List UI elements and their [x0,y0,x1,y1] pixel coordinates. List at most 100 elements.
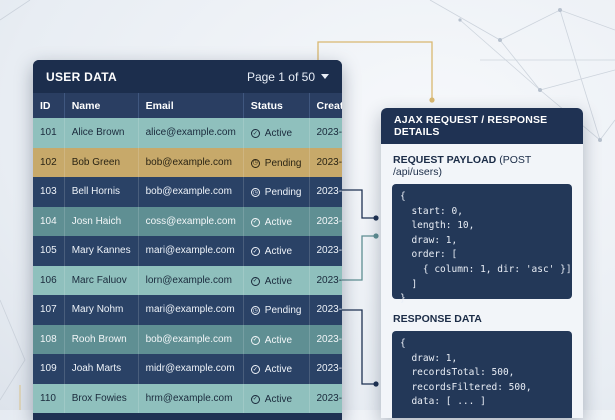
cell-created: 2023-10-26 [309,354,342,384]
user-table: ID Name Email Status Created 101Alice Br… [33,93,342,413]
code-line: start: 0, [400,205,463,217]
page-selector-label: Page 1 of 50 [246,69,315,84]
code-line: recordsTotal: 500, [400,367,515,379]
table-row[interactable]: 108 Rooh Brown bob@example.com ✓ Active 2023-… [33,324,342,354]
cell-id: 104 [33,206,65,236]
check-circle-icon: ✓ [250,394,260,404]
cell-id: 103 [33,177,65,207]
table-row[interactable]: 106 Marc Faluov lorn@example.com ✓ Active 202… [33,265,342,295]
cell-name: Bell Hornis [64,177,139,207]
cell-id: 106 [33,265,65,295]
status-label: Active [264,216,293,228]
cell-name: Mary Nohm [64,295,139,325]
cell-email: coss@example.com [138,206,244,236]
table-row[interactable]: 109 Joah Marts midr@example.com ✓ Active 2023… [33,354,342,384]
check-circle-icon: ✓ [250,247,260,256]
cell-name: Josn Haich [64,206,139,236]
cell-created: 2023-10-24 [309,177,342,207]
status-badge: ✓ Active [250,216,293,228]
code-line: draw: 1, [400,234,458,246]
request-section-title: REQUEST PAYLOAD (POST /api/users) [381,144,583,184]
cell-status: ◷ Pending [243,147,310,177]
code-line: length: 10, [400,220,475,232]
response-data-code: { draw: 1, recordsTotal: 500, recordsFil… [392,331,572,418]
cell-name: Rooh Brown [64,324,139,354]
status-badge: ◷ Pending [250,157,302,169]
column-header-name[interactable]: Name [64,93,139,118]
cell-created: 2023-10-25 [309,265,342,295]
cell-status: ✓ Active [243,236,310,266]
response-section-title: RESPONSE DATA [381,299,583,331]
status-badge: ✓ Active [250,364,293,375]
table-header: USER DATA Page 1 of 50 [33,60,342,93]
table-row[interactable]: 110 Brox Fowies hrm@example.com ✓ Active 2023… [33,383,342,413]
cell-name: Brox Fowies [64,383,139,413]
table-row[interactable]: 102 Bob Green bob@example.com ◷ Pending 2023-… [33,147,342,177]
check-circle-icon: ✓ [250,276,260,286]
status-label: Active [264,364,293,375]
status-label: Active [264,128,293,139]
code-line: { [400,191,406,202]
table-row[interactable]: 101 Alice Brown alice@example.com ✓ Active 20… [33,118,342,148]
column-header-created[interactable]: Created [309,93,342,118]
cell-email: bob@example.com [138,324,244,354]
clock-icon: ◷ [250,306,260,315]
code-line: data: [ ... ] [400,396,486,408]
cell-status: ✓ Active [243,265,310,295]
cell-name: Alice Brown [64,118,139,148]
response-label: RESPONSE DATA [393,313,482,325]
cell-status: ◷ Pending [243,177,310,207]
cell-email: bob@example.com [138,147,244,177]
code-line: { column: 1, dir: 'asc' }] [400,263,572,275]
cell-id: 108 [33,324,65,354]
cell-created: 2023-10-25 [309,383,342,413]
details-title: AJAX REQUEST / RESPONSE DETAILS [381,108,583,144]
cell-created: 2023-10-26 [309,236,342,266]
cell-created: 2023-10-25 [309,147,342,177]
table-row[interactable]: 105 Mary Kannes mari@example.com ✓ Active 202… [33,236,342,266]
ajax-details-panel: AJAX REQUEST / RESPONSE DETAILS REQUEST … [381,108,583,418]
status-badge: ✓ Active [250,275,293,287]
cell-name: Bob Green [64,147,139,177]
cell-email: hrm@example.com [138,383,244,413]
clock-icon: ◷ [250,158,260,168]
code-line: recordsFiltered: 500, [400,381,532,393]
cell-id: 102 [33,147,65,177]
cell-email: alice@example.com [138,118,244,148]
cell-email: lorn@example.com [138,265,244,295]
status-label: Pending [264,305,302,316]
status-badge: ◷ Pending [250,305,302,316]
column-header-email[interactable]: Email [138,93,244,118]
status-badge: ◷ Pending [250,187,302,198]
status-badge: ✓ Active [250,334,293,346]
code-line: ] [400,278,418,290]
check-circle-icon: ✓ [250,365,260,374]
cell-status: ✓ Active [243,354,310,384]
status-label: Active [264,246,293,257]
cell-email: mari@example.com [138,236,244,266]
clock-icon: ◷ [250,188,260,197]
request-label: REQUEST PAYLOAD [393,154,497,166]
cell-created: 2023-10-21 [309,295,342,325]
code-line: draw: 1, [400,352,458,364]
cell-email: mari@example.com [138,295,244,325]
cell-id: 107 [33,295,65,325]
column-header-status[interactable]: Status [243,93,310,118]
column-header-id[interactable]: ID [33,93,65,118]
status-label: Active [264,334,293,346]
cell-created: 2023-10-22 [309,324,342,354]
table-row[interactable]: 103 Bell Hornis bob@example.com ◷ Pending 202… [33,177,342,207]
status-label: Active [264,275,293,287]
check-circle-icon: ✓ [250,217,260,227]
status-label: Pending [264,187,302,198]
page-selector[interactable]: Page 1 of 50 [247,70,329,84]
cell-name: Mary Kannes [64,236,139,266]
check-circle-icon: ✓ [250,129,260,138]
status-label: Pending [264,157,302,169]
table-row[interactable]: 107 Mary Nohm mari@example.com ◷ Pending 2023… [33,295,342,325]
request-payload-code: { start: 0, length: 10, draw: 1, order: … [392,184,572,304]
cell-id: 101 [33,118,65,148]
cell-status: ✓ Active [243,118,310,148]
table-row[interactable]: 104 Josn Haich coss@example.com ✓ Active 2023… [33,206,342,236]
status-badge: ✓ Active [250,394,292,405]
